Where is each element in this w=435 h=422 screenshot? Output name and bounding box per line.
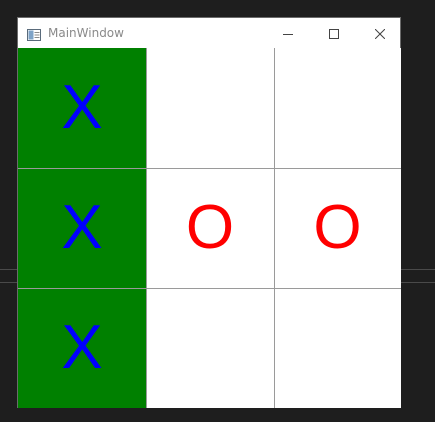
board-cell[interactable]: X <box>18 168 146 288</box>
board-cell[interactable]: O <box>274 168 401 288</box>
board-cell[interactable] <box>146 48 274 168</box>
close-button[interactable] <box>357 18 403 48</box>
cell-mark: O <box>313 193 362 262</box>
board-cell[interactable]: O <box>146 168 274 288</box>
grid-line <box>18 168 401 169</box>
tic-tac-toe-board: X X O O X <box>18 48 401 408</box>
board-cell[interactable] <box>274 288 401 408</box>
cell-mark: X <box>61 73 103 142</box>
maximize-icon <box>329 24 339 43</box>
board-cell[interactable] <box>274 48 401 168</box>
grid-line <box>274 48 275 408</box>
close-icon <box>374 24 386 43</box>
board-cell[interactable]: X <box>18 288 146 408</box>
app-icon <box>27 26 41 41</box>
minimize-button[interactable] <box>265 18 311 48</box>
grid-line <box>18 288 401 289</box>
maximize-button[interactable] <box>311 18 357 48</box>
cell-mark: X <box>61 193 103 262</box>
cell-mark: O <box>185 193 235 262</box>
title-bar[interactable]: MainWindow <box>18 18 400 48</box>
grid-line <box>146 48 147 408</box>
minimize-icon <box>283 24 293 43</box>
window-title: MainWindow <box>48 26 124 40</box>
board-cell[interactable] <box>146 288 274 408</box>
main-window: MainWindow X X O O X <box>17 17 401 408</box>
board-cell[interactable]: X <box>18 48 146 168</box>
cell-mark: X <box>61 313 103 382</box>
